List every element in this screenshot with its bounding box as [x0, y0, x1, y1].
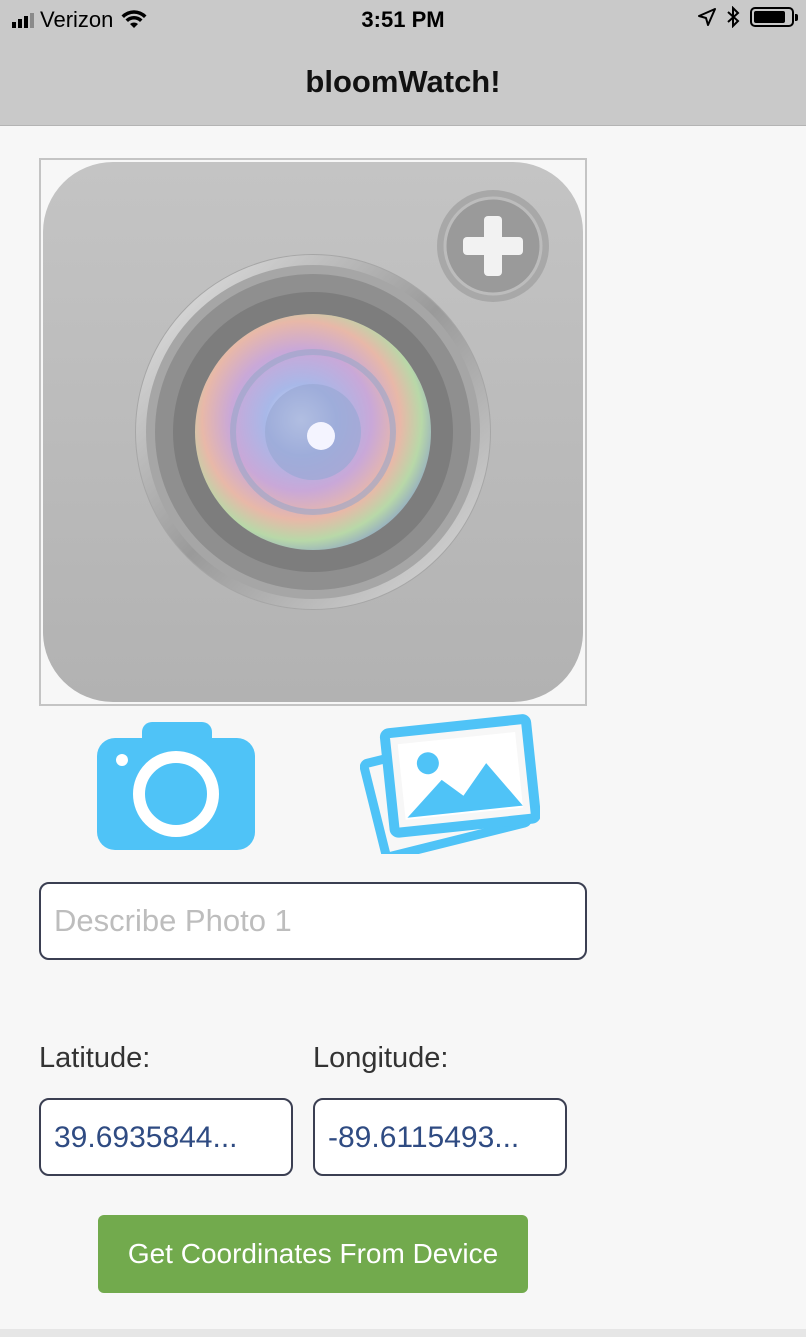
nav-bar: bloomWatch! — [0, 40, 806, 126]
photo-preview[interactable] — [39, 158, 587, 706]
camera-icon — [97, 722, 255, 850]
get-coordinates-button[interactable]: Get Coordinates From Device — [98, 1215, 528, 1293]
longitude-field[interactable]: -89.6115493... — [313, 1098, 567, 1176]
bluetooth-icon — [727, 6, 740, 28]
status-time: 3:51 PM — [361, 7, 445, 32]
gallery-icon — [359, 714, 541, 862]
page-title: bloomWatch! — [305, 64, 501, 99]
longitude-label: Longitude: — [313, 1042, 449, 1074]
describe-photo-input[interactable] — [39, 882, 587, 960]
bottom-divider — [0, 1329, 806, 1337]
latitude-label: Latitude: — [39, 1042, 151, 1074]
choose-photo-button[interactable] — [359, 714, 541, 862]
location-icon — [698, 8, 716, 26]
status-right — [698, 6, 798, 28]
battery-icon — [750, 7, 798, 27]
camera-add-icon — [43, 162, 583, 702]
status-bar: Verizon 3:51 PM — [0, 0, 806, 40]
take-photo-button[interactable] — [96, 722, 256, 852]
latitude-field[interactable]: 39.6935844... — [39, 1098, 293, 1176]
